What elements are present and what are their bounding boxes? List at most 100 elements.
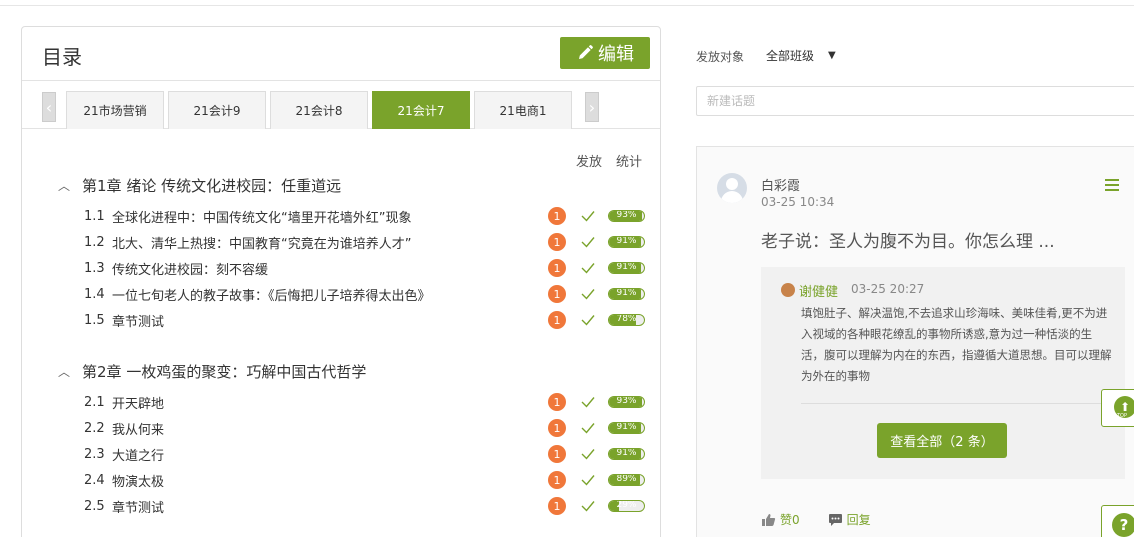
section-number: 1.3 — [84, 260, 105, 276]
chapter-header[interactable]: ︿ 第2章 一枚鸡蛋的聚变：巧解中国古代哲学 — [58, 361, 366, 382]
progress-bar: 93% — [608, 396, 645, 408]
check-icon[interactable] — [580, 286, 596, 302]
check-icon[interactable] — [580, 312, 596, 328]
progress-text: 78% — [616, 314, 637, 324]
check-icon[interactable] — [580, 208, 596, 224]
progress-bar: 89% — [608, 474, 645, 486]
section-number: 1.5 — [84, 312, 105, 328]
section-number: 1.1 — [84, 208, 105, 224]
section-name: 大道之行 — [112, 448, 165, 464]
progress-bar: 91% — [608, 262, 645, 274]
section-row[interactable]: 2.5 章节测试 1 29% — [84, 495, 650, 517]
new-topic-input[interactable] — [696, 86, 1134, 116]
section-row[interactable]: 1.1 全球化进程中：中国传统文化“墙里开花墙外红”现象 1 93% — [84, 205, 650, 227]
check-icon[interactable] — [580, 498, 596, 514]
tab-21-accounting-7[interactable]: 21会计7 — [372, 91, 470, 129]
section-row[interactable]: 2.2 我从何来 1 91% — [84, 417, 650, 439]
progress-text: 89% — [616, 474, 637, 484]
back-to-top-button[interactable]: ⬆ TOP — [1101, 389, 1134, 427]
target-label: 发放对象 — [696, 50, 745, 64]
section-row[interactable]: 1.3 传统文化进校园：刻不容缓 1 91% — [84, 257, 650, 279]
tab-21-ecommerce-1[interactable]: 21电商1 — [474, 91, 572, 129]
chapter-title: 第2章 一枚鸡蛋的聚变：巧解中国古代哲学 — [82, 363, 367, 381]
check-icon[interactable] — [580, 420, 596, 436]
notification-badge[interactable]: 1 — [548, 311, 566, 329]
progress-text: 29% — [616, 500, 637, 510]
notification-badge[interactable]: 1 — [548, 285, 566, 303]
like-label: 赞0 — [780, 513, 800, 527]
section-row[interactable]: 2.1 开天辟地 1 93% — [84, 391, 650, 413]
tab-21-accounting-9[interactable]: 21会计9 — [168, 91, 266, 129]
progress-text: 91% — [616, 236, 637, 246]
reply-avatar — [781, 283, 795, 297]
reply-time: 03-25 20:27 — [851, 282, 925, 296]
section-name: 物演太极 — [112, 474, 165, 490]
progress-text: 91% — [616, 448, 637, 458]
edit-button[interactable]: 编辑 — [560, 37, 650, 69]
reply-author[interactable]: 谢健健 — [799, 281, 838, 300]
check-icon[interactable] — [580, 260, 596, 276]
edit-button-label: 编辑 — [598, 44, 634, 65]
view-all-button[interactable]: 查看全部（2 条） — [877, 423, 1007, 458]
col-stats: 统计 — [615, 155, 642, 170]
progress-text: 93% — [616, 210, 637, 220]
progress-text: 91% — [616, 262, 637, 272]
catalog-title: 目录 — [42, 45, 82, 69]
progress-text: 91% — [616, 288, 637, 298]
chevron-right-icon: › — [588, 97, 596, 117]
chapter-header[interactable]: ︿ 第1章 绪论 传统文化进校园：任重道远 — [58, 175, 341, 196]
progress-bar: 78% — [608, 314, 645, 326]
progress-bar: 91% — [608, 422, 645, 434]
reply-box: 谢健健 03-25 20:27 填饱肚子、解决温饱,不去追求山珍海味、美味佳肴,… — [761, 267, 1125, 479]
section-name: 全球化进程中：中国传统文化“墙里开花墙外红”现象 — [112, 210, 412, 226]
like-button[interactable]: 赞0 — [761, 511, 800, 528]
notification-badge[interactable]: 1 — [548, 445, 566, 463]
notification-badge[interactable]: 1 — [548, 497, 566, 515]
progress-bar: 93% — [608, 210, 645, 222]
chevron-up-icon: ︿ — [58, 179, 71, 193]
column-headers: 发放 统计 — [576, 151, 642, 170]
post-actions: 赞0 回复 — [761, 511, 871, 528]
notification-badge[interactable]: 1 — [548, 419, 566, 437]
target-select[interactable]: 全部班级 ▼ — [766, 47, 836, 64]
menu-icon[interactable] — [1105, 179, 1119, 191]
tab-21-marketing[interactable]: 21市场营销 — [66, 91, 164, 129]
tabs-prev-button[interactable]: ‹ — [42, 92, 56, 122]
tabs-next-button[interactable]: › — [585, 92, 599, 122]
thumbs-up-icon — [762, 513, 776, 526]
check-icon[interactable] — [580, 394, 596, 410]
section-name: 北大、清华上热搜：中国教育“究竟在为谁培养人才” — [112, 236, 412, 252]
check-icon[interactable] — [580, 234, 596, 250]
notification-badge[interactable]: 1 — [548, 471, 566, 489]
catalog-header: 目录 编辑 — [22, 27, 660, 81]
tab-21-accounting-8[interactable]: 21会计8 — [270, 91, 368, 129]
reply-button[interactable]: 回复 — [828, 511, 871, 528]
col-publish: 发放 — [575, 155, 602, 170]
section-name: 章节测试 — [112, 314, 165, 330]
class-tabs: ‹ 21市场营销 21会计9 21会计8 21会计7 21电商1 › — [22, 81, 660, 129]
notification-badge[interactable]: 1 — [548, 393, 566, 411]
help-button[interactable]: ? — [1101, 505, 1134, 537]
section-name: 传统文化进校园：刻不容缓 — [112, 262, 269, 278]
notification-badge[interactable]: 1 — [548, 259, 566, 277]
avatar — [717, 173, 747, 203]
check-icon[interactable] — [580, 472, 596, 488]
post-title[interactable]: 老子说：圣人为腹不为目。你怎么理 ... — [761, 227, 1055, 252]
section-row[interactable]: 1.2 北大、清华上热搜：中国教育“究竟在为谁培养人才” 1 91% — [84, 231, 650, 253]
section-row[interactable]: 2.4 物演太极 1 89% — [84, 469, 650, 491]
section-name: 章节测试 — [112, 500, 165, 516]
chevron-down-icon: ▼ — [828, 50, 836, 61]
progress-bar: 91% — [608, 448, 645, 460]
pencil-icon — [579, 45, 593, 59]
notification-badge[interactable]: 1 — [548, 233, 566, 251]
notification-badge[interactable]: 1 — [548, 207, 566, 225]
catalog-panel: 目录 编辑 ‹ 21市场营销 21会计9 21会计8 21会计7 21电商1 ›… — [21, 26, 661, 537]
check-icon[interactable] — [580, 446, 596, 462]
progress-bar: 91% — [608, 288, 645, 300]
question-icon: ? — [1112, 513, 1134, 537]
section-row[interactable]: 2.3 大道之行 1 91% — [84, 443, 650, 465]
section-row[interactable]: 1.4 一位七旬老人的教子故事：《后悔把儿子培养得太出色》 1 91% — [84, 283, 650, 305]
section-row[interactable]: 1.5 章节测试 1 78% — [84, 309, 650, 331]
progress-text: 91% — [616, 422, 637, 432]
section-number: 1.2 — [84, 234, 105, 250]
